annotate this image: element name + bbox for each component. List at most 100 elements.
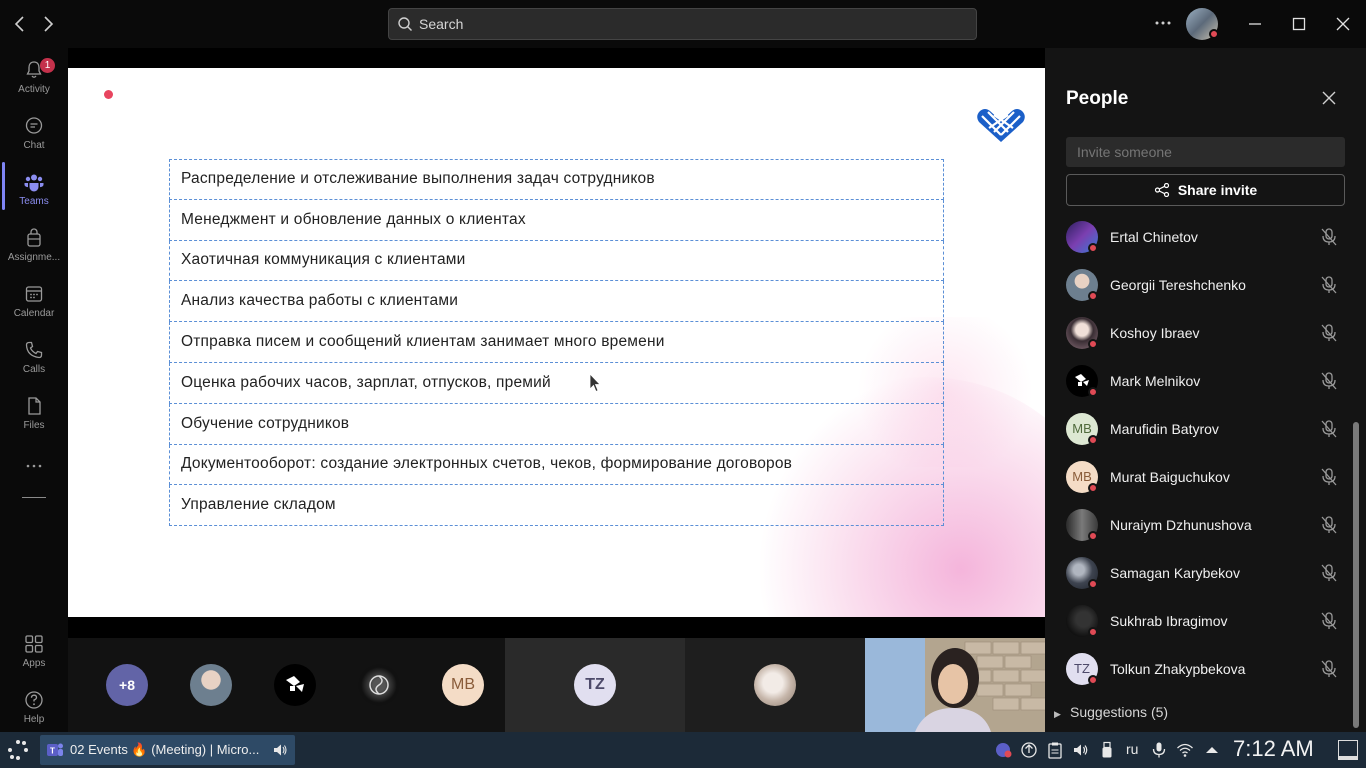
panel-scrollbar[interactable]	[1353, 422, 1359, 728]
participant-name: Mark Melnikov	[1110, 373, 1201, 389]
rail-label: Calls	[22, 364, 46, 375]
search-icon	[398, 17, 412, 31]
chevron-right-icon: ▶	[1054, 709, 1061, 719]
participant-row[interactable]: Sukhrab Ibragimov	[1066, 599, 1346, 643]
participant-row[interactable]: TZ Tolkun Zhakypbekova	[1066, 647, 1346, 691]
mic-muted-icon[interactable]	[1320, 323, 1338, 343]
close-window-icon[interactable]	[1331, 12, 1355, 36]
volume-icon[interactable]	[1072, 741, 1090, 759]
rail-label: Calendar	[13, 308, 55, 319]
rail-more-apps[interactable]	[0, 452, 68, 480]
activity-badge: 1	[40, 58, 55, 73]
mic-muted-icon[interactable]	[1320, 419, 1338, 439]
rail-item-calendar[interactable]: Calendar	[0, 278, 68, 334]
participant-row[interactable]: MB Murat Baiguchukov	[1066, 455, 1346, 499]
suggestions-label: Suggestions (5)	[1070, 704, 1169, 720]
mic-muted-icon[interactable]	[1320, 467, 1338, 487]
usb-device-icon[interactable]	[1098, 741, 1116, 759]
mic-muted-icon[interactable]	[1320, 227, 1338, 247]
participant-row[interactable]: Koshoy Ibraev	[1066, 311, 1346, 355]
show-desktop-button[interactable]	[1338, 740, 1358, 760]
teams-app-icon: T	[47, 743, 63, 756]
minimize-icon[interactable]	[1243, 12, 1267, 36]
participant-row[interactable]: Samagan Karybekov	[1066, 551, 1346, 595]
participant-name: Georgii Tereshchenko	[1110, 277, 1246, 293]
slide-list-item: Управление складом	[169, 485, 944, 527]
participant-row[interactable]: Mark Melnikov	[1066, 359, 1346, 403]
rail-item-files[interactable]: Files	[0, 390, 68, 446]
search-box[interactable]: Search	[388, 8, 977, 40]
rail-item-apps[interactable]: Apps	[0, 628, 68, 684]
slide-list-item: Отправка писем и сообщений клиентам зани…	[169, 322, 944, 363]
taskbar: T 02 Events 🔥 (Meeting) | Micro... ru 7:…	[0, 732, 1366, 768]
participant-tile[interactable]	[190, 664, 232, 706]
presence-dot	[1088, 339, 1098, 349]
suggestions-toggle[interactable]: ▶ Suggestions (5)	[1054, 704, 1168, 720]
participant-tile-selected[interactable]: TZ	[505, 638, 685, 732]
rail-item-calls[interactable]: Calls	[0, 334, 68, 390]
mic-muted-icon[interactable]	[1320, 563, 1338, 583]
microphone-icon[interactable]	[1150, 741, 1168, 759]
participant-row[interactable]: MB Marufidin Batyrov	[1066, 407, 1346, 451]
participant-tile[interactable]	[358, 664, 400, 706]
phone-icon	[25, 341, 43, 359]
tray-expand-icon[interactable]	[1203, 741, 1221, 759]
participant-name: Samagan Karybekov	[1110, 565, 1240, 581]
participant-row[interactable]: Ertal Chinetov	[1066, 215, 1346, 259]
wifi-icon[interactable]	[1176, 741, 1194, 759]
invite-input[interactable]	[1066, 137, 1345, 167]
rail-label: Activity	[18, 84, 50, 95]
shared-slide: Распределение и отслеживание выполнения …	[68, 68, 1045, 617]
participant-tile-initials[interactable]: MB	[442, 664, 484, 706]
share-invite-button[interactable]: Share invite	[1066, 174, 1345, 206]
participant-tile-initials: TZ	[574, 664, 616, 706]
participant-tile[interactable]	[274, 664, 316, 706]
mic-muted-icon[interactable]	[1320, 515, 1338, 535]
participant-name: Ertal Chinetov	[1110, 229, 1198, 245]
rail-label: Teams	[19, 196, 49, 207]
participant-video-tile[interactable]	[865, 638, 1045, 732]
rail-item-assignments[interactable]: Assignme...	[0, 222, 68, 278]
participant-name: Tolkun Zhakypbekova	[1110, 661, 1246, 677]
search-placeholder: Search	[419, 16, 464, 32]
forward-arrow-icon[interactable]	[36, 12, 60, 36]
presence-dot	[1088, 387, 1098, 397]
assignments-icon	[27, 228, 41, 247]
teams-icon	[24, 174, 44, 192]
close-icon[interactable]	[1319, 88, 1339, 108]
teams-tray-icon[interactable]	[994, 741, 1012, 759]
rail-item-activity[interactable]: 1 Activity	[0, 54, 68, 110]
taskbar-clock[interactable]: 7:12 AM	[1233, 736, 1314, 762]
slide-list-item: Анализ качества работы с клиентами	[169, 281, 944, 323]
more-participants-button[interactable]: +8	[106, 664, 148, 706]
app-rail: 1 Activity Chat Teams Assignme... Calend…	[0, 48, 68, 732]
presence-dot	[1088, 291, 1098, 301]
taskbar-app-teams[interactable]: T 02 Events 🔥 (Meeting) | Micro...	[40, 735, 295, 765]
heart-logo-icon	[977, 109, 1025, 142]
chat-icon	[25, 117, 43, 134]
participant-name: Sukhrab Ibragimov	[1110, 613, 1228, 629]
mic-muted-icon[interactable]	[1320, 371, 1338, 391]
participant-row[interactable]: Nuraiym Dzhunushova	[1066, 503, 1346, 547]
apps-icon	[25, 635, 43, 653]
rail-item-chat[interactable]: Chat	[0, 110, 68, 166]
keyboard-layout-indicator[interactable]: ru	[1126, 741, 1138, 757]
maximize-icon[interactable]	[1287, 12, 1311, 36]
mouse-cursor-icon	[589, 373, 601, 393]
participant-tile[interactable]	[685, 638, 865, 732]
back-arrow-icon[interactable]	[8, 12, 32, 36]
presence-dot	[1088, 243, 1098, 253]
slide-list-item: Документооборот: создание электронных сч…	[169, 444, 944, 486]
more-options-icon[interactable]	[1150, 10, 1176, 36]
mic-muted-icon[interactable]	[1320, 611, 1338, 631]
update-icon[interactable]	[1020, 741, 1038, 759]
clipboard-icon[interactable]	[1046, 741, 1064, 759]
app-launcher-icon[interactable]	[6, 738, 30, 762]
participant-row[interactable]: Georgii Tereshchenko	[1066, 263, 1346, 307]
mic-muted-icon[interactable]	[1320, 275, 1338, 295]
slide-list-item: Хаотичная коммуникация с клиентами	[169, 240, 944, 282]
mic-muted-icon[interactable]	[1320, 659, 1338, 679]
rail-item-teams[interactable]: Teams	[0, 166, 68, 222]
presence-dot	[1088, 483, 1098, 493]
participant-strip: +8 MB TZ	[68, 638, 1045, 732]
